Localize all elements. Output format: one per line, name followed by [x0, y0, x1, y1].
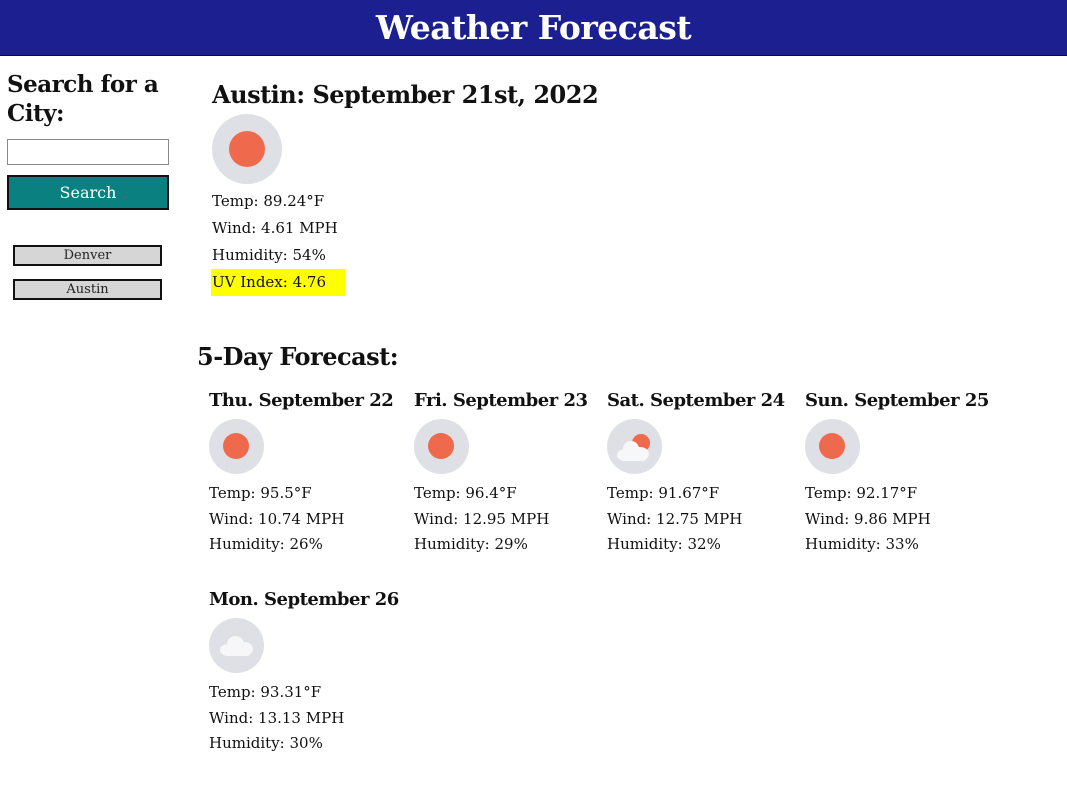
partly-cloudy-icon	[607, 419, 662, 474]
current-wind: Wind: 4.61 MPH	[212, 219, 338, 237]
page-header: Weather Forecast	[0, 0, 1067, 56]
sun-icon	[209, 419, 264, 474]
search-history: Denver Austin	[7, 245, 177, 300]
forecast-day-title: Sun. September 25	[805, 390, 989, 411]
forecast-humidity: Humidity: 26%	[209, 535, 323, 553]
history-button-austin[interactable]: Austin	[13, 279, 162, 300]
forecast-humidity: Humidity: 29%	[414, 535, 528, 553]
forecast-card: Sat. September 24 Temp: 91.67°F Wind: 12…	[607, 389, 797, 558]
sun-icon	[414, 419, 469, 474]
forecast-wind: Wind: 12.75 MPH	[607, 509, 743, 528]
forecast-temp: Temp: 91.67°F	[607, 484, 720, 502]
forecast-wind: Wind: 10.74 MPH	[209, 509, 345, 528]
forecast-humidity: Humidity: 30%	[209, 734, 323, 752]
current-city-title: Austin: September 21st, 2022	[212, 80, 599, 109]
forecast-wind: Wind: 13.13 MPH	[209, 708, 345, 727]
city-search-input[interactable]	[7, 139, 169, 165]
forecast-wind: Wind: 12.95 MPH	[414, 509, 550, 528]
sidebar: Search for a City: Search Denver Austin	[7, 70, 177, 313]
cloud-icon	[209, 618, 264, 673]
search-title: Search for a City:	[7, 71, 159, 127]
forecast-card: Thu. September 22 Temp: 95.5°F Wind: 10.…	[209, 389, 399, 558]
sun-icon	[805, 419, 860, 474]
forecast-temp: Temp: 96.4°F	[414, 484, 517, 502]
current-temp: Temp: 89.24°F	[212, 192, 325, 210]
forecast-temp: Temp: 93.31°F	[209, 683, 322, 701]
current-weather: Austin: September 21st, 2022 Temp: 89.24…	[211, 80, 599, 296]
history-button-denver[interactable]: Denver	[13, 245, 162, 266]
forecast-day-title: Thu. September 22	[209, 390, 394, 411]
forecast-card: Mon. September 26 Temp: 93.31°F Wind: 13…	[209, 588, 399, 757]
forecast-temp: Temp: 95.5°F	[209, 484, 312, 502]
forecast-temp: Temp: 92.17°F	[805, 484, 918, 502]
forecast-day-title: Fri. September 23	[414, 390, 588, 411]
forecast-wind: Wind: 9.86 MPH	[805, 509, 931, 528]
forecast-card: Sun. September 25 Temp: 92.17°F Wind: 9.…	[805, 389, 995, 558]
forecast-day-title: Sat. September 24	[607, 390, 785, 411]
forecast-title: 5-Day Forecast:	[197, 342, 399, 371]
search-button[interactable]: Search	[7, 175, 169, 210]
sun-icon	[212, 114, 282, 184]
page-title: Weather Forecast	[375, 8, 692, 47]
current-humidity: Humidity: 54%	[212, 246, 326, 264]
forecast-humidity: Humidity: 32%	[607, 535, 721, 553]
forecast-humidity: Humidity: 33%	[805, 535, 919, 553]
forecast-card: Fri. September 23 Temp: 96.4°F Wind: 12.…	[414, 389, 604, 558]
forecast-day-title: Mon. September 26	[209, 589, 399, 610]
current-uv-index: UV Index: 4.76	[211, 269, 345, 296]
